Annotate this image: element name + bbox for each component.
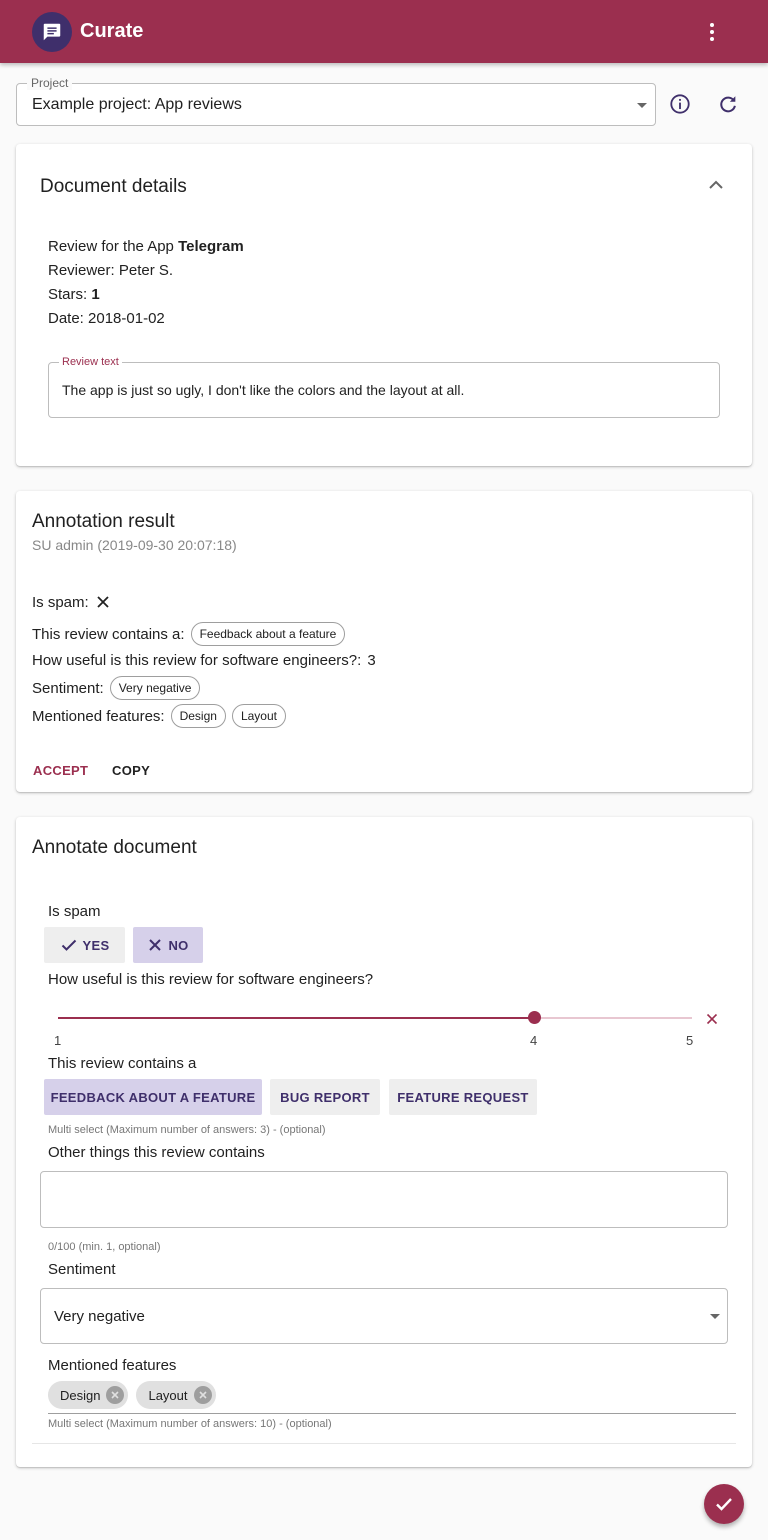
- review-text-field: Review text The app is just so ugly, I d…: [48, 356, 720, 418]
- slider-min-label: 1: [54, 1033, 62, 1048]
- date-label: Date:: [48, 310, 84, 327]
- close-icon: [147, 937, 163, 953]
- sentiment-question: Sentiment: [48, 1261, 116, 1278]
- feature-chip-label: Design: [60, 1387, 101, 1403]
- result-sentiment-label: Sentiment:: [32, 679, 104, 697]
- features-hint: Multi select (Maximum number of answers:…: [48, 1418, 332, 1430]
- feature-chip-label: Layout: [148, 1387, 188, 1403]
- sentiment-value: Very negative: [54, 1308, 145, 1325]
- app-bar: Curate: [0, 0, 768, 63]
- document-details-title: Document details: [40, 176, 187, 197]
- slider-max-label: 5: [686, 1033, 694, 1048]
- other-hint: 0/100 (min. 1, optional): [48, 1241, 161, 1253]
- close-icon: [95, 594, 111, 610]
- stars-line: Stars: 1: [48, 286, 100, 303]
- review-text-label: Review text: [59, 356, 122, 368]
- annotation-result-title: Annotation result: [32, 511, 175, 532]
- remove-chip-icon[interactable]: [106, 1386, 125, 1404]
- spam-question: Is spam: [48, 903, 101, 920]
- useful-question: How useful is this review for software e…: [48, 971, 374, 988]
- feature-chip-design: Design: [48, 1381, 129, 1409]
- no-button[interactable]: NO: [133, 927, 203, 963]
- reviewer-label: Reviewer:: [48, 262, 115, 279]
- option-feedback-label: FEEDBACK ABOUT A FEATURE: [50, 1089, 256, 1105]
- result-spam-label: Is spam:: [32, 593, 89, 611]
- info-icon[interactable]: [666, 90, 694, 118]
- usefulness-slider[interactable]: [58, 1011, 692, 1024]
- option-feedback-button[interactable]: FEEDBACK ABOUT A FEATURE: [44, 1079, 262, 1115]
- check-icon: [713, 1493, 735, 1515]
- annotation-result-card: Annotation result SU admin (2019-09-30 2…: [16, 491, 752, 792]
- slider-value-label: 4: [530, 1033, 538, 1048]
- more-vert-icon[interactable]: [700, 18, 724, 46]
- divider: [32, 1443, 736, 1444]
- slider-fill: [58, 1017, 534, 1019]
- yes-label: YES: [82, 937, 110, 953]
- review-text-value: The app is just so ugly, I don't like th…: [62, 382, 465, 398]
- feature-chip-layout: Layout: [136, 1381, 216, 1409]
- result-features-line: Mentioned features: Design Layout: [32, 704, 286, 728]
- option-feature-request-label: FEATURE REQUEST: [397, 1089, 529, 1105]
- check-icon: [60, 936, 78, 954]
- option-bug-report-label: BUG REPORT: [280, 1089, 370, 1105]
- refresh-icon[interactable]: [714, 90, 742, 118]
- contains-hint: Multi select (Maximum number of answers:…: [48, 1124, 326, 1136]
- result-sentiment-chip: Very negative: [109, 676, 201, 700]
- accept-button[interactable]: ACCEPT: [33, 763, 88, 778]
- result-sentiment-line: Sentiment: Very negative: [32, 676, 201, 700]
- app-prefix: Review for the App: [48, 238, 174, 255]
- reviewer-value: Peter S.: [118, 262, 174, 279]
- slider-thumb[interactable]: [528, 1011, 541, 1024]
- annotate-document-title: Annotate document: [32, 837, 197, 858]
- result-useful-label: How useful is this review for software e…: [32, 651, 362, 669]
- features-question: Mentioned features: [48, 1357, 177, 1374]
- annotate-document-card: Annotate document Is spam YES NO How use…: [16, 817, 752, 1467]
- chat-icon: [32, 11, 72, 52]
- result-features-label: Mentioned features:: [32, 707, 165, 725]
- date-value: 2018-01-02: [88, 310, 165, 327]
- result-useful-line: How useful is this review for software e…: [32, 648, 376, 672]
- yes-button[interactable]: YES: [44, 927, 125, 963]
- submit-button[interactable]: [704, 1484, 744, 1524]
- app-line: Review for the App Telegram: [48, 238, 244, 255]
- sentiment-select[interactable]: Very negative: [40, 1288, 728, 1344]
- clear-slider-icon[interactable]: [705, 1012, 719, 1026]
- copy-button[interactable]: COPY: [112, 763, 150, 778]
- result-feature-chip: Layout: [231, 704, 286, 728]
- dropdown-arrow-icon: [637, 103, 647, 108]
- chevron-up-icon[interactable]: [706, 178, 726, 192]
- date-line: Date: 2018-01-02: [48, 310, 165, 327]
- features-input[interactable]: Design Layout: [48, 1377, 736, 1414]
- stars-value: 1: [91, 286, 100, 303]
- project-label: Project: [27, 76, 73, 90]
- contains-question: This review contains a: [48, 1055, 197, 1072]
- no-label: NO: [168, 937, 189, 953]
- option-bug-report-button[interactable]: BUG REPORT: [270, 1079, 380, 1115]
- result-spam-line: Is spam:: [32, 590, 111, 614]
- result-contains-chip: Feedback about a feature: [190, 622, 346, 646]
- remove-chip-icon[interactable]: [193, 1386, 212, 1404]
- annotation-result-subtitle: SU admin (2019-09-30 20:07:18): [32, 537, 237, 553]
- other-question: Other things this review contains: [48, 1144, 265, 1161]
- stars-label: Stars:: [48, 286, 88, 303]
- project-select[interactable]: Project Example project: App reviews: [16, 76, 656, 126]
- project-value: Example project: App reviews: [32, 96, 242, 113]
- result-contains-label: This review contains a:: [32, 625, 185, 643]
- result-useful-value: 3: [367, 651, 376, 669]
- app-title: Curate: [80, 20, 144, 42]
- document-details-card: Document details Review for the App Tele…: [16, 144, 752, 466]
- reviewer-line: Reviewer: Peter S.: [48, 262, 173, 279]
- result-feature-chip: Design: [170, 704, 226, 728]
- app-name: Telegram: [178, 238, 244, 255]
- option-feature-request-button[interactable]: FEATURE REQUEST: [389, 1079, 537, 1115]
- other-input[interactable]: [40, 1171, 728, 1228]
- result-contains-line: This review contains a: Feedback about a…: [32, 622, 346, 646]
- dropdown-arrow-icon: [710, 1314, 720, 1319]
